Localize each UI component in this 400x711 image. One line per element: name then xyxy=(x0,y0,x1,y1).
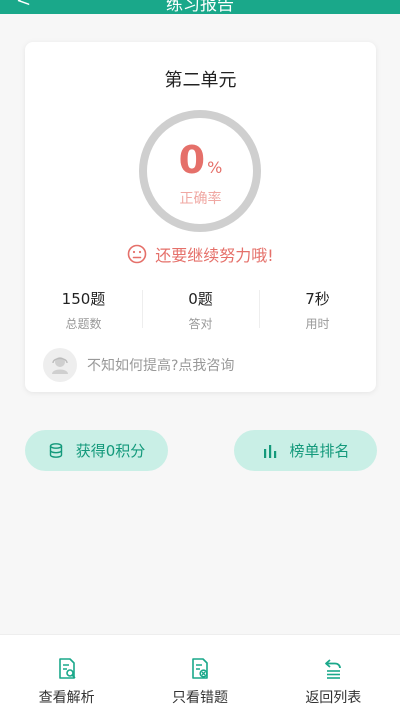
accuracy-value: 0 xyxy=(178,138,206,182)
bar-chart-icon xyxy=(264,444,277,458)
stat-correct: 0题 答对 xyxy=(142,286,259,336)
sad-face-icon xyxy=(127,244,147,264)
accuracy-unit: % xyxy=(207,158,223,177)
encourage-text: 还要继续努力哦! xyxy=(155,246,274,265)
accuracy-label: 正确率 xyxy=(179,191,222,207)
accuracy-percent: 0% xyxy=(25,138,376,182)
consult-text: 不知如何提高?点我咨询 xyxy=(87,358,235,374)
bottom-toolbar: 查看解析 只看错题 返回列表 xyxy=(0,634,400,711)
stats-row: 150题 总题数 0题 答对 7秒 用时 xyxy=(25,286,376,336)
stat-value: 0题 xyxy=(188,290,213,308)
consult-link[interactable]: 不知如何提高?点我咨询 xyxy=(43,348,234,382)
return-list-button[interactable]: 返回列表 xyxy=(267,635,400,711)
stat-total: 150题 总题数 xyxy=(25,286,142,336)
view-analysis-button[interactable]: 查看解析 xyxy=(0,635,133,711)
result-card: 第二单元 0% 正确率 还要继续努力哦! 150题 总题数 0题 答对 7秒 用… xyxy=(25,42,376,392)
ranking-label: 榜单排名 xyxy=(289,442,350,460)
stat-label: 总题数 xyxy=(65,317,102,331)
stat-time: 7秒 用时 xyxy=(259,286,376,336)
tab-label: 查看解析 xyxy=(38,690,95,706)
tab-label: 返回列表 xyxy=(305,690,362,706)
stat-value: 150题 xyxy=(61,290,106,308)
wrong-only-button[interactable]: 只看错题 xyxy=(133,635,266,711)
page-title: 练习报告 xyxy=(166,0,234,14)
points-button[interactable]: 获得0积分 xyxy=(25,430,168,471)
tab-label: 只看错题 xyxy=(171,690,228,706)
points-label: 获得0积分 xyxy=(75,442,146,460)
advisor-avatar-icon xyxy=(43,348,77,382)
stat-value: 7秒 xyxy=(305,290,330,308)
stat-label: 答对 xyxy=(188,317,213,331)
coins-icon xyxy=(49,442,62,458)
ranking-button[interactable]: 榜单排名 xyxy=(234,430,377,471)
list-return-icon xyxy=(325,659,342,679)
doc-search-icon xyxy=(58,658,76,679)
top-nav-bar: < 练习报告 xyxy=(0,0,400,14)
doc-error-icon xyxy=(192,658,208,679)
stat-label: 用时 xyxy=(305,317,330,331)
encourage-message: 还要继续努力哦! xyxy=(25,242,376,266)
unit-title: 第二单元 xyxy=(164,70,237,91)
